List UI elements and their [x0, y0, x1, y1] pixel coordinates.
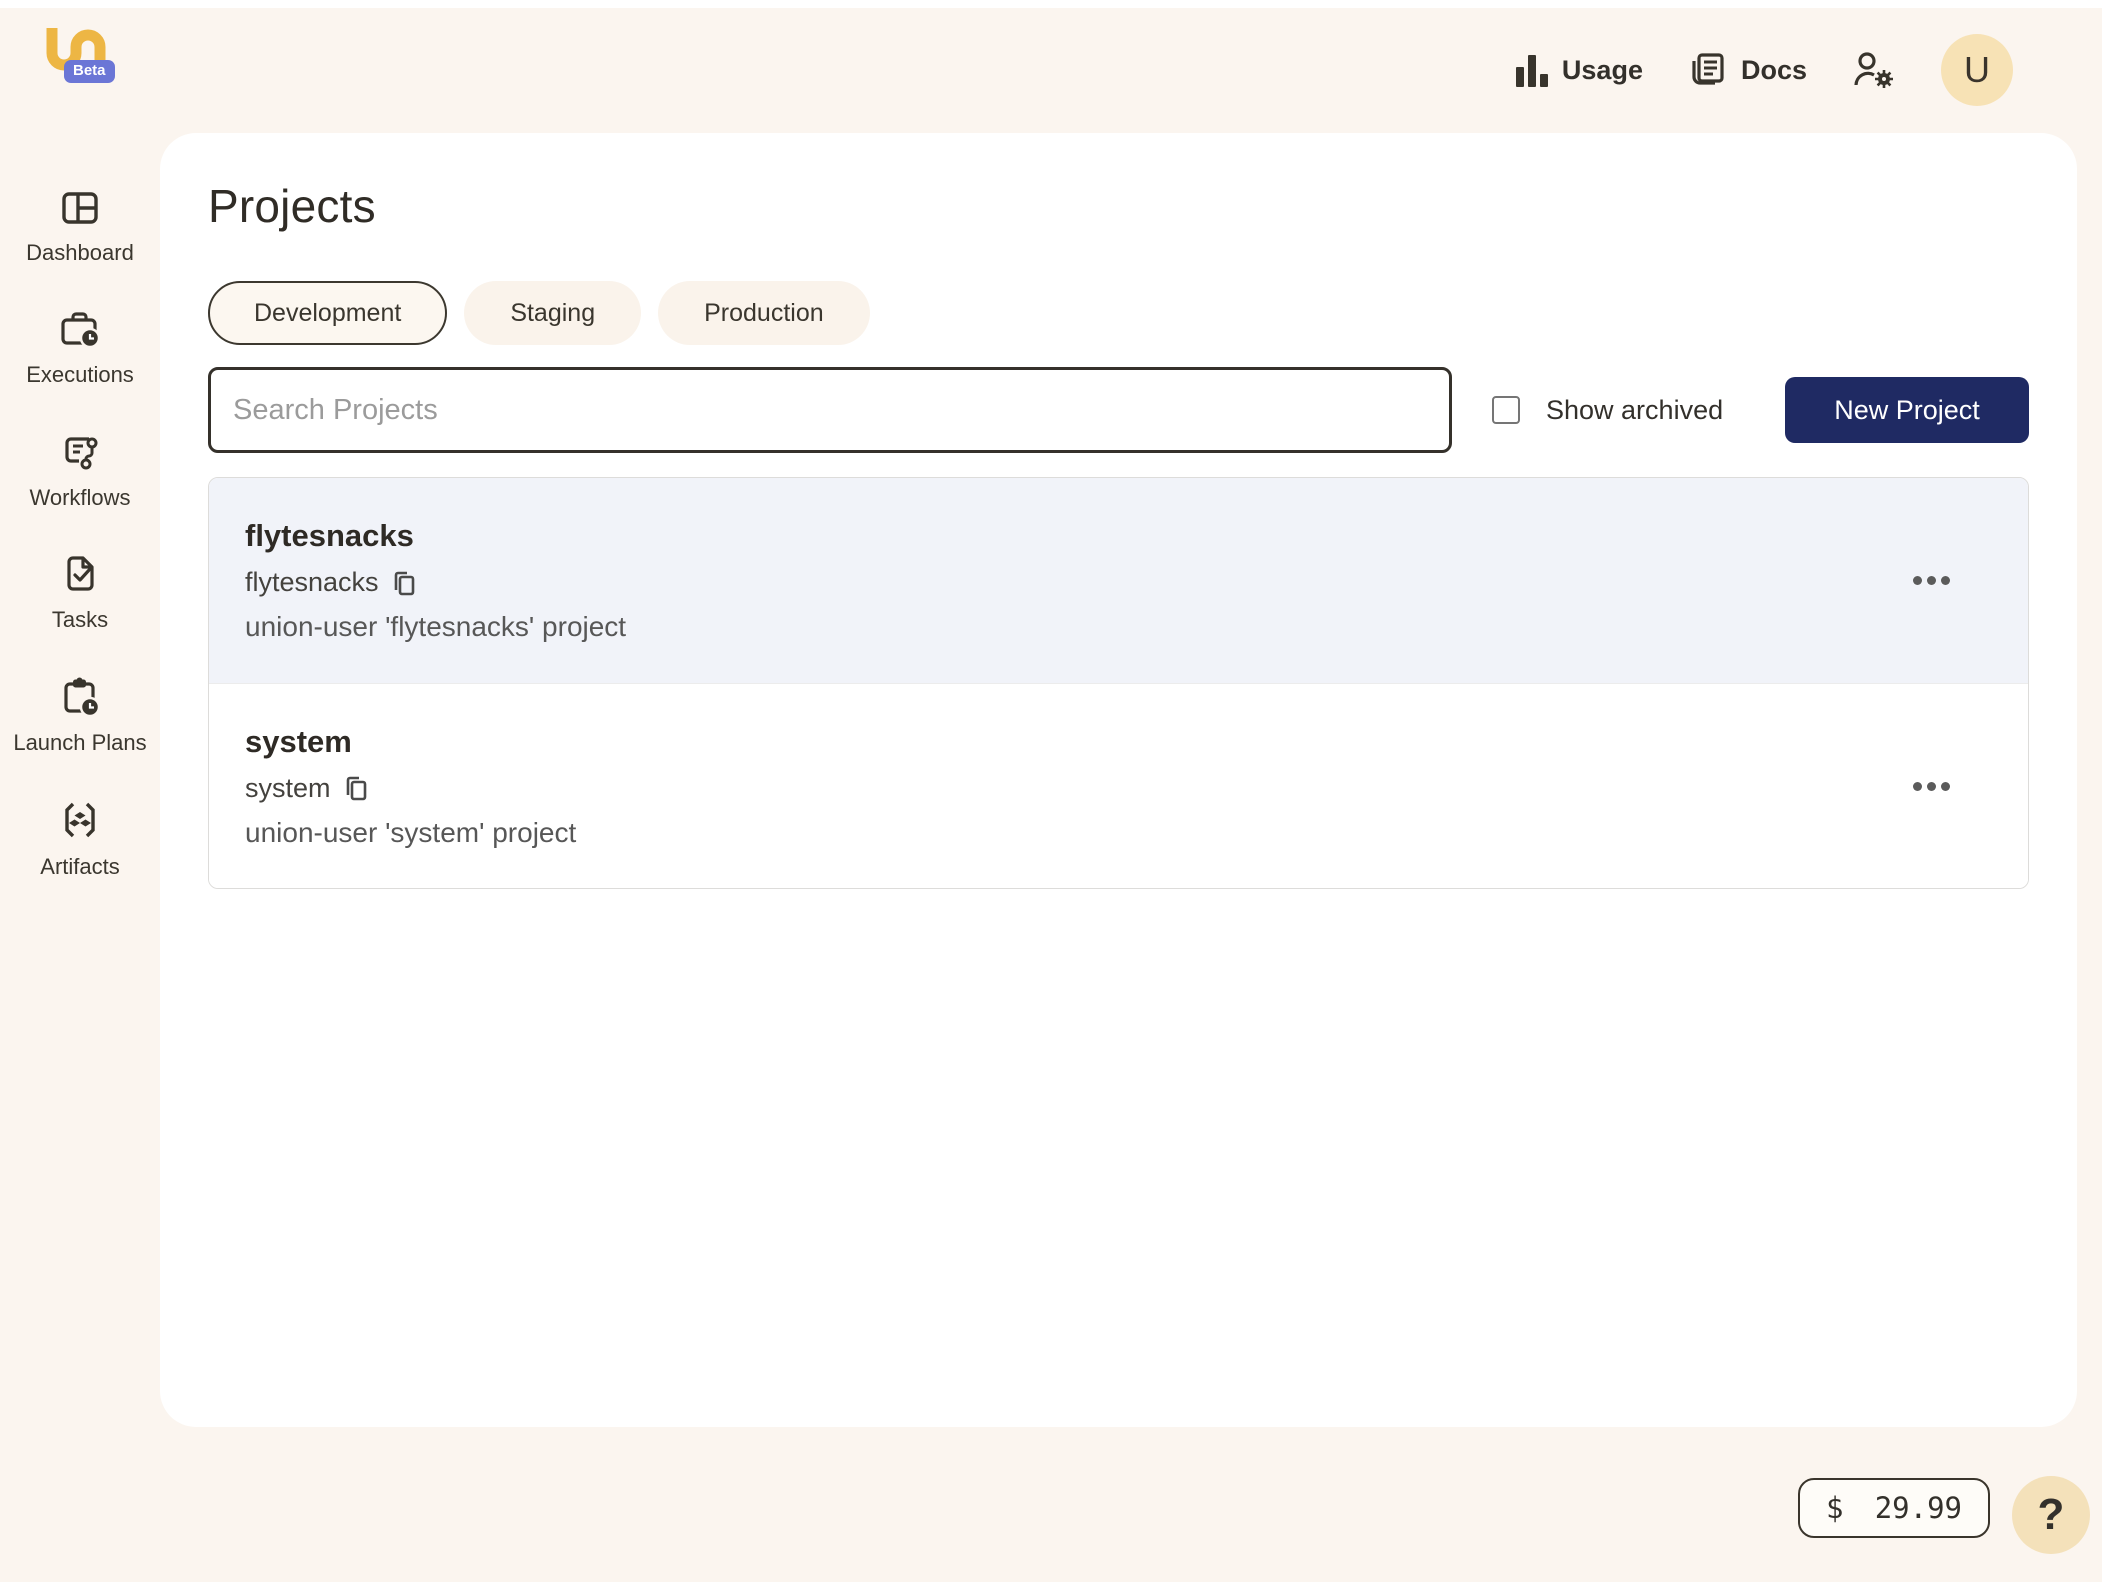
docs-button[interactable]: Docs	[1687, 51, 1807, 89]
tab-staging[interactable]: Staging	[464, 281, 642, 345]
sidebar-item-artifacts[interactable]: Artifacts	[5, 798, 155, 880]
workflows-icon	[65, 437, 98, 470]
project-title: system	[245, 723, 352, 759]
project-row-flytesnacks[interactable]: flytesnacks flytesnacks union-user 'flyt…	[209, 478, 2028, 683]
artifacts-icon	[65, 802, 95, 838]
union-logo[interactable]: Beta	[44, 22, 115, 86]
copy-icon	[394, 571, 414, 595]
new-project-button[interactable]: New Project	[1785, 377, 2029, 443]
sidebar-item-label: Executions	[26, 362, 134, 388]
project-list: flytesnacks flytesnacks union-user 'flyt…	[208, 477, 2029, 889]
user-gear-icon	[1851, 49, 1897, 91]
usage-button[interactable]: Usage	[1515, 53, 1643, 87]
project-description: union-user 'flytesnacks' project	[245, 611, 627, 642]
window-top-strip	[0, 0, 2102, 8]
show-archived-checkbox[interactable]	[1492, 396, 1520, 424]
executions-icon	[61, 312, 101, 349]
credits-balance[interactable]: $ 29.99	[1798, 1478, 1990, 1538]
project-name: system	[245, 772, 331, 803]
show-archived-label: Show archived	[1546, 394, 1724, 425]
docs-icon	[1687, 51, 1727, 89]
project-description: union-user 'system' project	[245, 816, 577, 848]
currency-symbol: $	[1826, 1491, 1844, 1525]
sidebar-item-label: Tasks	[51, 607, 109, 633]
project-title: flytesnacks	[245, 518, 414, 553]
search-input[interactable]	[208, 367, 1452, 453]
usage-label: Usage	[1561, 54, 1643, 85]
tab-production[interactable]: Production	[658, 281, 870, 345]
project-name: flytesnacks	[245, 567, 379, 597]
credits-amount: 29.99	[1874, 1491, 1962, 1525]
sidebar-item-workflows[interactable]: Workflows	[5, 431, 155, 511]
dashboard-icon	[62, 192, 98, 224]
bar-chart-icon	[1515, 53, 1548, 87]
beta-badge: Beta	[64, 60, 115, 83]
page-title: Projects	[208, 180, 376, 232]
sidebar-item-dashboard[interactable]: Dashboard	[5, 188, 155, 266]
help-button[interactable]: ?	[2012, 1476, 2090, 1554]
copy-project-name-button[interactable]	[343, 774, 369, 802]
ellipsis-icon	[1913, 576, 1922, 585]
sidebar: Dashboard Executions Workflows Tasks Lau…	[0, 188, 160, 922]
sidebar-item-label: Dashboard	[26, 240, 134, 265]
tab-development[interactable]: Development	[208, 281, 448, 345]
copy-icon	[346, 776, 366, 801]
sidebar-item-tasks[interactable]: Tasks	[5, 553, 155, 633]
docs-label: Docs	[1740, 54, 1807, 85]
copy-project-name-button[interactable]	[391, 569, 417, 597]
avatar-initial: U	[1964, 49, 1990, 90]
project-row-system[interactable]: system system union-user 'system' projec…	[209, 683, 2028, 888]
user-management-button[interactable]	[1851, 49, 1897, 91]
sidebar-item-executions[interactable]: Executions	[5, 308, 155, 388]
project-info: flytesnacks flytesnacks union-user 'flyt…	[245, 518, 626, 643]
search-row: Show archived New Project	[208, 367, 2029, 453]
sidebar-item-label: Workflows	[29, 484, 131, 510]
domain-tabs: Development Staging Production	[208, 281, 2029, 345]
header-actions: Usage Docs U	[1515, 34, 2013, 106]
main-panel: Projects Development Staging Production …	[160, 133, 2077, 1427]
launch-plans-icon	[64, 677, 101, 717]
sidebar-item-label: Launch Plans	[13, 729, 147, 755]
sidebar-item-label: Artifacts	[40, 853, 120, 879]
project-menu-button[interactable]	[1905, 774, 1958, 799]
project-menu-button[interactable]	[1905, 568, 1958, 593]
show-archived-toggle: Show archived	[1492, 395, 1723, 426]
question-mark-icon: ?	[2037, 1490, 2065, 1539]
sidebar-item-launch-plans[interactable]: Launch Plans	[5, 676, 155, 756]
ellipsis-icon	[1913, 781, 1922, 791]
tasks-icon	[67, 556, 94, 591]
project-info: system system union-user 'system' projec…	[245, 724, 576, 849]
avatar[interactable]: U	[1941, 34, 2013, 106]
